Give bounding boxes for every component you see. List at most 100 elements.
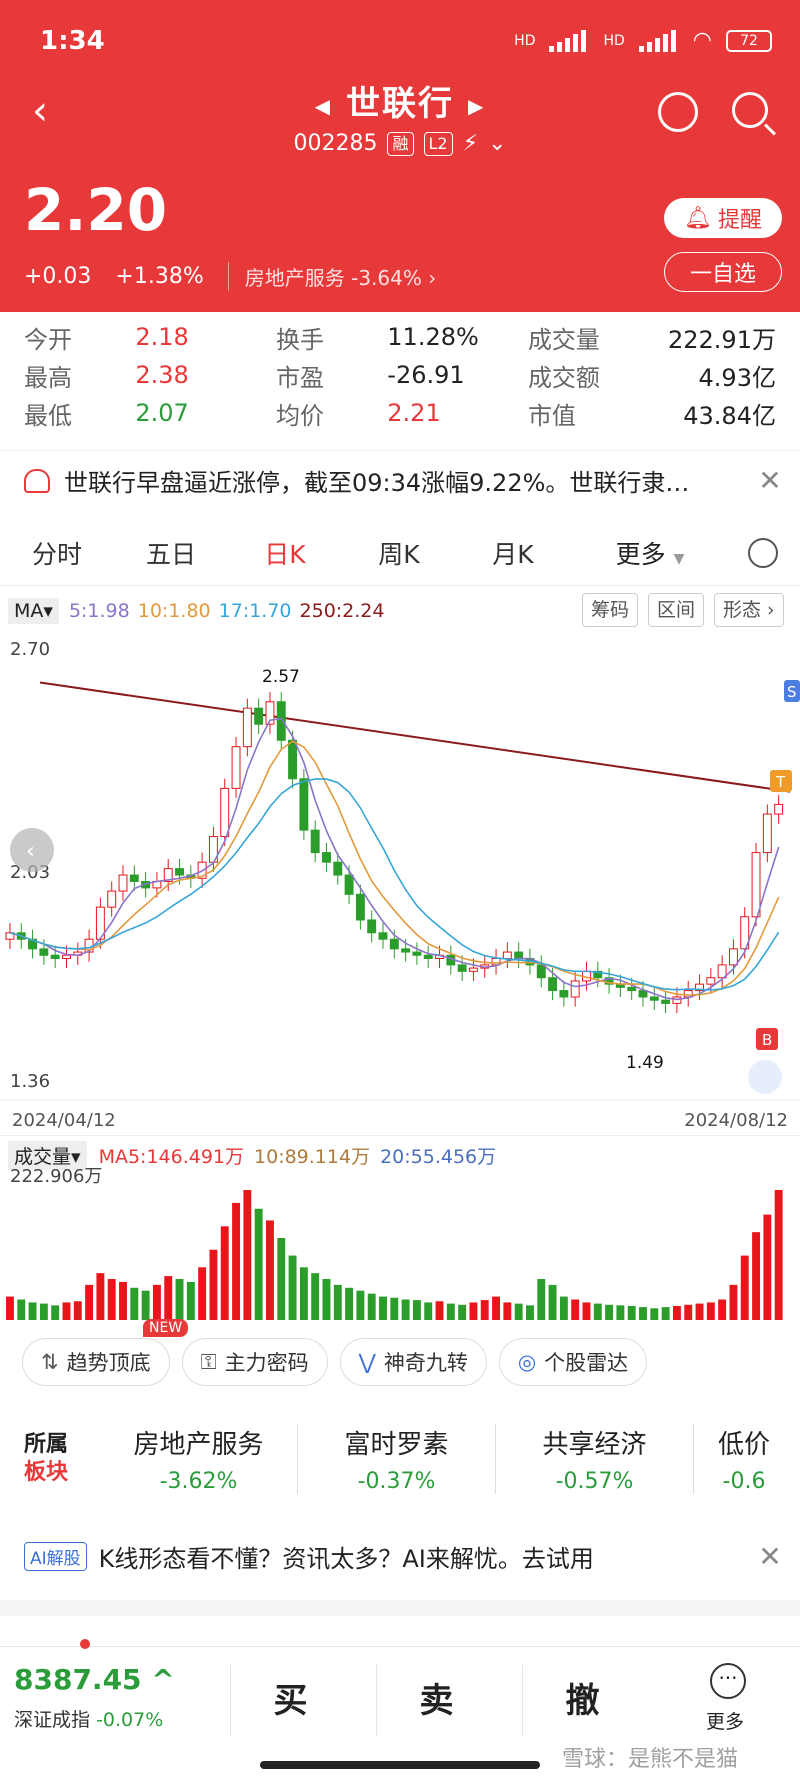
volume-bar (311, 1273, 320, 1320)
volume-bar (401, 1299, 410, 1320)
separator (0, 1600, 800, 1616)
volume-bar (503, 1302, 512, 1320)
chevron-down-icon[interactable]: ⌄ (488, 131, 506, 156)
notification-dot (80, 1639, 90, 1649)
refresh-icon[interactable] (658, 92, 698, 132)
next-stock-icon[interactable]: ▶ (454, 94, 499, 118)
volume-bar (73, 1301, 82, 1320)
prev-stock-icon[interactable]: ◀ (301, 94, 346, 118)
ai-close-icon[interactable]: ✕ (740, 1540, 800, 1573)
l2-tag[interactable]: L2 (423, 131, 453, 156)
buy-button[interactable]: 买 (230, 1665, 350, 1737)
feature-button[interactable]: ⚿ 主力密码 (181, 1338, 328, 1386)
volume-bar (412, 1300, 421, 1320)
volume-bar (661, 1307, 670, 1320)
volume-bar (333, 1284, 342, 1320)
home-indicator[interactable] (260, 1761, 540, 1769)
candle (412, 951, 422, 956)
feature-button[interactable]: ⇅ 趋势顶底 NEW (22, 1319, 189, 1386)
stat-label: 换手 (275, 325, 324, 354)
sector-link[interactable]: 房地产服务 -3.64% › (227, 262, 436, 291)
candle (649, 996, 659, 1001)
tab-intraday[interactable]: 分时 (0, 535, 114, 571)
watchlist-button[interactable]: 一自选 (664, 252, 782, 292)
svg-text:T: T (775, 773, 786, 791)
tab-five-day[interactable]: 五日 (114, 535, 228, 571)
sector-plate[interactable]: 房地产服务 -3.62% (100, 1424, 298, 1494)
status-icons: HD HD ◠ 72 (514, 28, 772, 53)
sell-button[interactable]: 卖 (376, 1665, 496, 1737)
ma-select[interactable]: MA▾ (8, 598, 59, 624)
sector-plate[interactable]: 富时罗素 -0.37% (298, 1424, 496, 1494)
candle (457, 964, 467, 972)
volume-chart[interactable]: 222.906万 (0, 1164, 800, 1322)
index-value[interactable]: 8387.45 ^ (14, 1663, 175, 1696)
candle (276, 701, 286, 741)
tab-more[interactable]: 更多 ▼ (570, 535, 730, 571)
sector-plate[interactable]: 共享经济 -0.57% (496, 1424, 694, 1494)
alert-icon (24, 468, 50, 493)
ai-banner[interactable]: AI解股 K线形态看不懂？资讯太多？AI来解忧。去试用 ✕ (0, 1526, 800, 1586)
price-change: +0.03 (24, 264, 92, 289)
feature-button[interactable]: ◎ 个股雷达 (498, 1338, 648, 1386)
more-label[interactable]: 更多 (706, 1707, 744, 1734)
stats-grid: 今开 2.18 换手 11.28% 成交量 222.91万 最高 2.38 市盈 -26.91 成交… (0, 318, 800, 438)
remind-button[interactable]: 🔔︎ 提醒 (664, 198, 782, 238)
volume-bar (379, 1296, 387, 1320)
volume-bar (266, 1220, 274, 1320)
candle (548, 977, 558, 992)
ai-text: K线形态看不懂？资讯太多？AI来解忧。去试用 (98, 1544, 594, 1573)
range-button[interactable]: 区间 (648, 593, 705, 627)
svg-text:‹: ‹ (26, 839, 35, 864)
tab-weekly-k[interactable]: 周K (342, 535, 456, 571)
stock-name: 世联行 (346, 84, 454, 124)
watermark: 雪球：是熊不是猫 (562, 1747, 739, 1772)
trend-icon: ⇅ (41, 1350, 59, 1374)
wifi-icon: ◠ (692, 28, 712, 53)
stat-label: 市值 (527, 401, 576, 430)
volume-bar (469, 1302, 478, 1320)
volume-bar (17, 1299, 26, 1320)
feature-button[interactable]: ⋁ 神奇九转 (339, 1338, 487, 1386)
volume-bar (175, 1279, 184, 1320)
news-banner[interactable]: 世联行早盘逼近涨停，截至09:34涨幅9.22%。世联行隶… ✕ (0, 450, 800, 510)
settings-icon[interactable] (748, 538, 778, 568)
candle (774, 803, 784, 815)
volume-bar (774, 1190, 783, 1320)
volume-bar (85, 1284, 94, 1320)
stat-label: 最高 (24, 363, 72, 392)
candle (344, 874, 354, 895)
tab-monthly-k[interactable]: 月K (456, 535, 570, 571)
volume-bar (198, 1267, 207, 1320)
ma17-value: 17:1.70 (218, 600, 292, 622)
volume-top-label: 222.906万 (10, 1166, 102, 1187)
sector-plate[interactable]: 低价 -0.6 (694, 1424, 794, 1494)
cancel-order-button[interactable]: 撤 (522, 1665, 642, 1737)
candlestick-chart[interactable]: 2.70 2.03 1.36 ‹ 2.57 1.49 S T B (0, 634, 800, 1104)
volume-bar (672, 1305, 681, 1320)
volume-bar (740, 1255, 749, 1320)
pattern-button[interactable]: 形态 › (714, 593, 784, 627)
stat-label: 最低 (24, 401, 72, 430)
new-badge: NEW (143, 1319, 189, 1337)
candle (50, 954, 60, 959)
volume-bar (6, 1296, 14, 1320)
tab-daily-k[interactable]: 日K (228, 535, 342, 571)
volume-bar (718, 1299, 727, 1320)
chips-button[interactable]: 筹码 (582, 593, 639, 627)
fullscreen-icon[interactable] (748, 1060, 782, 1094)
close-icon[interactable]: ✕ (740, 464, 800, 497)
volume-bar (458, 1304, 467, 1320)
volume-bar (243, 1190, 252, 1320)
volume-bar (480, 1300, 489, 1320)
candle (254, 707, 264, 725)
status-bar: 1:34 HD HD ◠ 72 (0, 0, 800, 80)
volume-bar (299, 1267, 308, 1320)
date-start: 2024/04/12 (12, 1110, 116, 1131)
bell-icon: 🔔︎ (684, 205, 712, 231)
more-icon[interactable]: ··· (710, 1663, 746, 1699)
search-icon[interactable] (732, 92, 768, 128)
volume-bar (548, 1284, 557, 1320)
radar-icon: ◎ (517, 1350, 537, 1374)
index-name: 深证成指 -0.07% (14, 1709, 164, 1731)
